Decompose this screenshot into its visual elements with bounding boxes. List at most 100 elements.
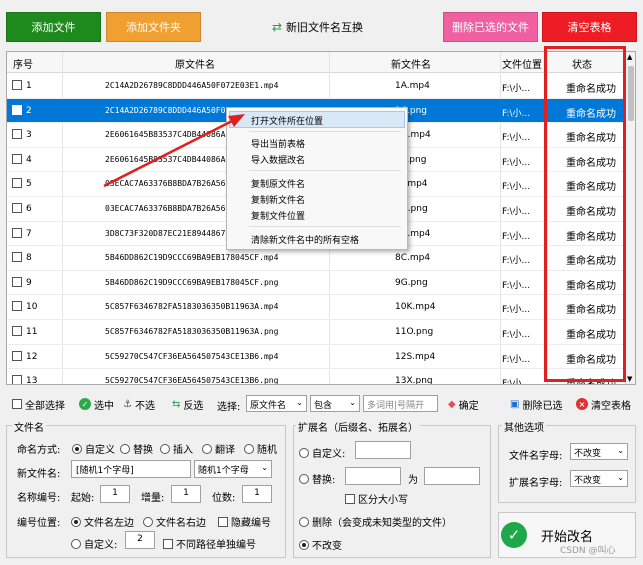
ext-custom-input[interactable] xyxy=(355,441,411,459)
select-all-checkbox[interactable]: 全部选择 xyxy=(12,395,65,413)
ext-unchanged-radio[interactable]: 不改变 xyxy=(299,537,342,552)
row-location: F:\小... xyxy=(502,379,531,385)
pos-right-radio[interactable]: 文件名右边 xyxy=(143,514,206,529)
row-checkbox[interactable] xyxy=(12,227,22,238)
invert-button[interactable]: ⇆ 反选 xyxy=(172,395,203,413)
separate-paths-checkbox[interactable]: 不同路径单独编号 xyxy=(163,536,256,551)
table-row[interactable]: 1 2C14A2D26789C8DDD446A50F072E03E1.mp4 1A.… xyxy=(7,74,627,99)
row-new-name: 10K.mp4 xyxy=(395,302,436,313)
add-folder-button[interactable]: 添加文件夹 xyxy=(106,12,201,42)
row-checkbox[interactable] xyxy=(12,129,22,140)
mode-radio[interactable]: 插入 xyxy=(160,441,193,456)
pos-custom-radio[interactable]: 自定义: xyxy=(71,536,117,551)
row-checkbox[interactable] xyxy=(12,153,22,164)
row-checkbox[interactable] xyxy=(12,326,22,336)
row-new-name: 9G.png xyxy=(395,277,428,288)
other-options-title: 其他选项 xyxy=(502,419,546,434)
row-checkbox[interactable] xyxy=(12,350,22,361)
row-checkbox[interactable] xyxy=(12,80,22,90)
row-seq: 13 xyxy=(26,376,38,385)
menu-import-data[interactable]: 导入数据改名 xyxy=(251,153,305,166)
table-row[interactable]: 11 5C857F6346782FA5183036350B11963A.png 11… xyxy=(7,320,627,345)
mode-radio[interactable]: 随机 xyxy=(244,441,277,456)
mode-radio[interactable]: 自定义 xyxy=(72,441,115,456)
filename-case-select[interactable]: 不改变 ⌄ xyxy=(570,443,628,460)
menu-copy-original[interactable]: 复制原文件名 xyxy=(251,177,305,190)
menu-clear-spaces[interactable]: 清除新文件名中的所有空格 xyxy=(251,233,359,246)
table-row[interactable]: 12 5C59270C547CF36EA564507543CE13B6.mp4 12… xyxy=(7,345,627,370)
clear-icon: × xyxy=(576,398,588,410)
row-checkbox[interactable] xyxy=(12,203,22,213)
select-button[interactable]: ✓ 选中 xyxy=(79,395,114,413)
pos-left-radio[interactable]: 文件名左边 xyxy=(71,514,134,529)
table-header: 序号 原文件名 新文件名 文件位置 状态 xyxy=(7,52,627,73)
deselect-button[interactable]: ⚓ 不选 xyxy=(123,395,155,413)
header-new: 新文件名 xyxy=(391,60,431,71)
deselect-label: 不选 xyxy=(134,400,155,412)
row-seq: 9 xyxy=(26,277,32,288)
table-row[interactable]: 13 5C59270C547CF36EA564507543CE13B6.png 13… xyxy=(7,369,627,385)
row-checkbox[interactable] xyxy=(12,178,22,189)
delete-selected-files-button[interactable]: 删除已选的文件 xyxy=(443,12,538,42)
invert-label: 反选 xyxy=(183,400,204,412)
number-label: 名称编号: xyxy=(17,493,61,504)
menu-open-location[interactable]: 打开文件所在位置 xyxy=(251,114,323,127)
ext-replace-radio[interactable]: 替换: xyxy=(299,471,335,486)
ext-delete-radio[interactable]: 删除（会变成未知类型的文件） xyxy=(299,514,452,529)
custom-position-input[interactable]: 2 xyxy=(125,531,155,549)
start-label: 起始: xyxy=(71,493,95,504)
delete-icon: ▣ xyxy=(510,398,520,410)
new-name-label: 新文件名: xyxy=(17,469,61,480)
row-location: F:\小... xyxy=(502,182,531,193)
row-location: F:\小... xyxy=(502,108,531,119)
position-label: 编号位置: xyxy=(17,518,61,529)
random-select[interactable]: 随机1个字母 ⌄ xyxy=(194,460,272,478)
ext-to-label: 为 xyxy=(408,475,418,486)
ext-custom-radio[interactable]: 自定义: xyxy=(299,445,345,460)
row-location: F:\小... xyxy=(502,330,531,340)
ext-case-select[interactable]: 不改变 ⌄ xyxy=(570,470,628,487)
row-checkbox[interactable] xyxy=(12,104,22,115)
row-seq: 6 xyxy=(26,204,32,214)
confirm-button[interactable]: ◆ 确定 xyxy=(448,395,479,413)
ext-replace-to-input[interactable] xyxy=(424,467,480,485)
confirm-label: 确定 xyxy=(458,400,479,412)
delete-selected-button[interactable]: ▣ 删除已选 xyxy=(510,395,562,413)
field-select[interactable]: 原文件名 ⌄ xyxy=(246,395,307,412)
row-checkbox[interactable] xyxy=(12,276,22,287)
menu-copy-new[interactable]: 复制新文件名 xyxy=(251,193,305,206)
clear-table-small-button[interactable]: × 清空表格 xyxy=(576,395,631,413)
ext-replace-from-input[interactable] xyxy=(345,467,401,485)
row-new-name: 13X.png xyxy=(395,376,433,385)
row-checkbox[interactable] xyxy=(12,252,22,263)
start-check-icon: ✓ xyxy=(501,522,527,548)
digits-input[interactable]: 1 xyxy=(242,485,272,503)
row-checkbox[interactable] xyxy=(12,375,22,384)
increment-input[interactable]: 1 xyxy=(171,485,201,503)
new-name-input[interactable]: [随机1个字母] xyxy=(71,460,191,478)
header-location: 文件位置 xyxy=(502,60,542,71)
row-checkbox[interactable] xyxy=(12,301,22,312)
select-all-label: 全部选择 xyxy=(25,400,65,412)
table-scrollbar[interactable]: ▲ ▼ xyxy=(625,52,635,384)
filename-group-title: 文件名 xyxy=(12,419,46,434)
table-row[interactable]: 10 5C857F6346782FA5183036350B11963A.mp4 10… xyxy=(7,295,627,320)
clear-table-button[interactable]: 清空表格 xyxy=(542,12,637,42)
hide-number-checkbox[interactable]: 隐藏编号 xyxy=(218,514,271,529)
mode-radio[interactable]: 替换 xyxy=(120,441,153,456)
menu-copy-location[interactable]: 复制文件位置 xyxy=(251,209,305,222)
table-row[interactable]: 9 5B46DD862C19D9CCC69BA9EB178045CF.png 9G.… xyxy=(7,271,627,296)
start-input[interactable]: 1 xyxy=(100,485,130,503)
row-seq: 2 xyxy=(26,105,32,116)
match-select[interactable]: 包含 ⌄ xyxy=(310,395,360,412)
choose-label: 选择: xyxy=(217,402,241,413)
row-location: F:\小... xyxy=(502,84,531,94)
menu-export-table[interactable]: 导出当前表格 xyxy=(251,137,305,150)
keyword-input[interactable]: 多词用|号隔开 xyxy=(363,395,438,412)
row-seq: 1 xyxy=(26,81,32,91)
mode-radio[interactable]: 翻译 xyxy=(202,441,235,456)
other-options-group xyxy=(498,425,636,503)
swap-names-button[interactable]: ⇄ 新旧文件名互换 xyxy=(266,12,369,42)
case-sensitive-checkbox[interactable]: 区分大小写 xyxy=(345,491,408,506)
add-file-button[interactable]: 添加文件 xyxy=(6,12,101,42)
